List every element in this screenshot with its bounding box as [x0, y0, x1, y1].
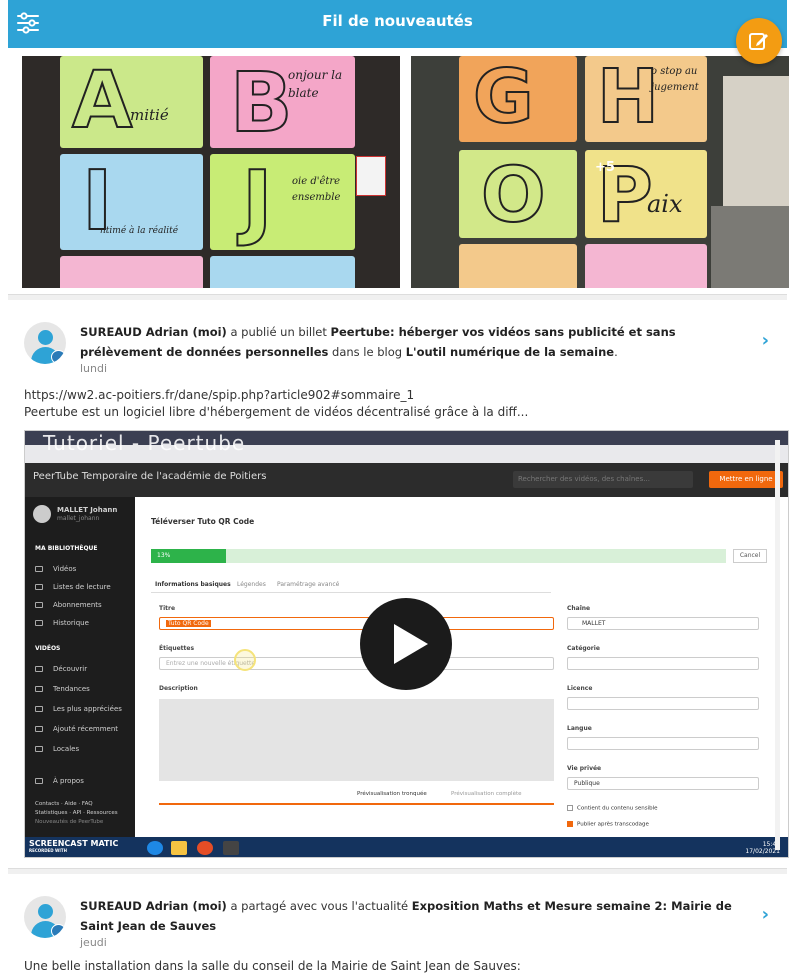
upload-button: Mettre en ligne	[709, 471, 783, 488]
cancel-button: Cancel	[733, 549, 767, 563]
play-icon	[394, 624, 428, 664]
category-select	[567, 657, 759, 670]
feed-item-summary: SUREAUD Adrian (moi) a partagé avec vous…	[80, 896, 760, 950]
cursor-highlight	[234, 649, 256, 671]
timestamp: jeudi	[80, 936, 107, 949]
app-header: Fil de nouveautés	[8, 0, 787, 48]
letter-card-bottom-3	[459, 244, 577, 288]
privacy-select: Publique	[567, 777, 759, 790]
avatar[interactable]	[24, 322, 66, 364]
video-search-input: Rechercher des vidéos, des chaînes...	[513, 471, 693, 488]
feed-item-excerpt: Peertube est un logiciel libre d'héberge…	[24, 405, 529, 419]
taskbar-app-icon	[223, 841, 239, 855]
avatar[interactable]	[24, 896, 66, 938]
upload-form: Téléverser Tuto QR Code 13% Cancel Infor…	[135, 497, 788, 837]
tags-field: Entrez une nouvelle étiquette	[159, 657, 554, 670]
description-field	[159, 699, 554, 781]
school-ground	[711, 206, 789, 288]
feed-divider	[8, 868, 787, 874]
taskbar-app-icon	[147, 841, 163, 855]
avatar	[33, 505, 51, 523]
play-button[interactable]	[360, 598, 452, 690]
letter-card-bottom	[60, 256, 203, 288]
form-tabs: Informations basiques Légendes Paramétra…	[151, 579, 551, 593]
letter-card-a: A mitié	[60, 56, 203, 148]
letter-card-i: I ntimé à la réalité	[60, 154, 203, 250]
licence-select	[567, 697, 759, 710]
taskbar-app-icon	[171, 841, 187, 855]
video-overlay-title: Tutoriel - Peertube	[43, 431, 246, 455]
windows-taskbar: SCREENCAST MATIC RECORDED WITH 15:47 17/…	[25, 837, 788, 857]
more-photos-count[interactable]: +5	[595, 160, 615, 175]
letter-card-b: B onjour la blate	[210, 56, 355, 148]
feed-item-excerpt: Une belle installation dans la salle du …	[24, 959, 521, 973]
language-select	[567, 737, 759, 750]
chevron-right-icon[interactable]: ›	[762, 904, 769, 925]
upload-progress: 13%	[151, 549, 726, 563]
video-player[interactable]: Tutoriel - Peertube PeerTube Temporaire …	[24, 430, 789, 858]
poster-sticker	[356, 156, 386, 196]
letter-card-bottom-2	[210, 256, 355, 288]
scrollbar[interactable]	[775, 440, 780, 850]
peertube-topbar: PeerTube Temporaire de l'académie de Poi…	[25, 463, 788, 497]
title-field: Tuto QR Code	[159, 617, 554, 630]
feed-item-link[interactable]: https://ww2.ac-poitiers.fr/dane/spip.php…	[24, 387, 414, 404]
chevron-right-icon[interactable]: ›	[762, 330, 769, 351]
channel-select: MALLET	[567, 617, 759, 630]
feed-divider	[8, 294, 787, 300]
letter-card-j: J oie d'être ensemble	[210, 154, 355, 250]
letter-card-o: O	[459, 150, 577, 238]
letter-card-h: H o stop au jugement	[585, 56, 707, 142]
feed-item-summary: SUREAUD Adrian (moi) a publié un billet …	[80, 322, 760, 376]
blog-badge-icon	[51, 350, 66, 364]
author-name[interactable]: SUREAUD Adrian (moi)	[80, 325, 227, 339]
letter-card-bottom-4	[585, 244, 707, 288]
school-building	[723, 76, 789, 206]
post-photo-left[interactable]: A mitié B onjour la blate I ntimé à la r…	[22, 56, 400, 288]
peertube-brand: PeerTube Temporaire de l'académie de Poi…	[33, 471, 267, 482]
compose-button[interactable]	[736, 18, 782, 64]
letter-card-g: G	[459, 56, 577, 142]
taskbar-app-icon	[197, 841, 213, 855]
news-badge-icon	[51, 924, 66, 938]
page-title: Fil de nouveautés	[322, 12, 473, 30]
peertube-sidebar: MALLET Johann mallet_johann MA BIBLIOTHÈ…	[25, 497, 135, 837]
timestamp: lundi	[80, 362, 108, 375]
author-name[interactable]: SUREAUD Adrian (moi)	[80, 899, 227, 913]
edit-icon	[749, 33, 768, 50]
blog-name-link[interactable]: L'outil numérique de la semaine	[406, 345, 614, 359]
